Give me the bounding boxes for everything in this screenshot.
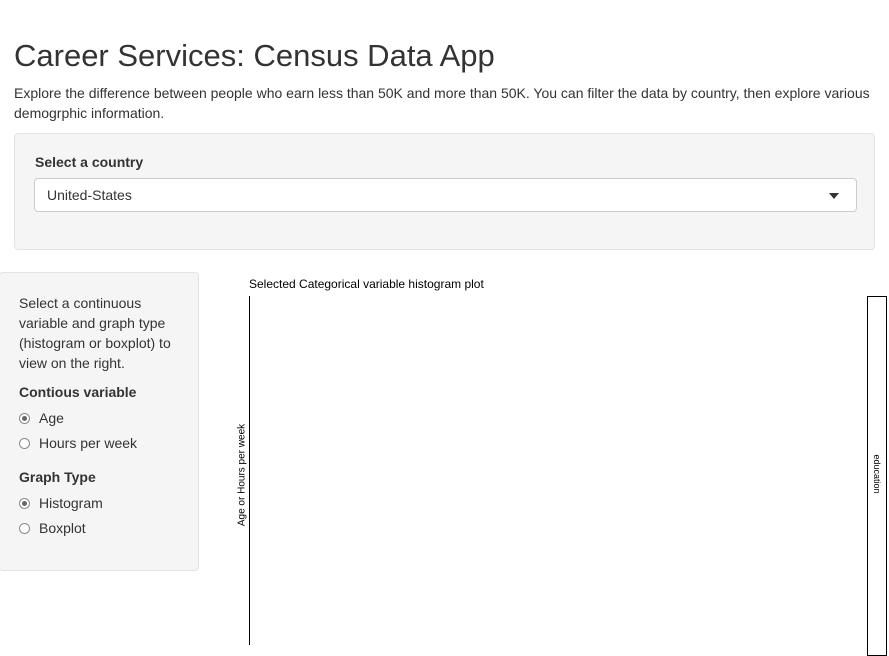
- radio-hours-per-week-label: Hours per week: [39, 435, 138, 451]
- radio-unchecked-icon[interactable]: [19, 522, 30, 534]
- chevron-down-icon[interactable]: [829, 193, 839, 199]
- radio-age[interactable]: Age: [19, 408, 64, 428]
- sidebar-help-text: Select a continuous variable and graph t…: [19, 295, 171, 371]
- radio-boxplot-label: Boxplot: [39, 520, 86, 536]
- continuous-variable-label: Contious variable: [19, 384, 137, 400]
- sidebar-panel: Select a continuous variable and graph t…: [0, 272, 199, 571]
- country-select[interactable]: United-States: [34, 178, 857, 212]
- plot-title: Selected Categorical variable histogram …: [249, 277, 484, 291]
- radio-histogram-label: Histogram: [39, 495, 103, 511]
- radio-unchecked-icon[interactable]: [19, 437, 30, 449]
- radio-age-label: Age: [39, 410, 64, 426]
- plot-y-axis-label: Age or Hours per week: [236, 423, 248, 527]
- country-select-value: United-States: [47, 187, 132, 203]
- country-filter-panel: Select a country United-States: [14, 133, 875, 250]
- page-title: Career Services: Census Data App: [14, 38, 495, 73]
- radio-histogram[interactable]: Histogram: [19, 493, 103, 513]
- radio-checked-icon[interactable]: [19, 412, 30, 424]
- radio-hours-per-week[interactable]: Hours per week: [19, 433, 137, 453]
- country-select-label: Select a country: [35, 154, 144, 170]
- page-description: Explore the difference between people wh…: [14, 85, 870, 121]
- graph-type-label: Graph Type: [19, 469, 96, 485]
- radio-boxplot[interactable]: Boxplot: [19, 518, 86, 538]
- facet-strip-label: education: [872, 454, 882, 494]
- plot-y-axis-line: [249, 296, 250, 645]
- radio-checked-icon[interactable]: [19, 497, 30, 509]
